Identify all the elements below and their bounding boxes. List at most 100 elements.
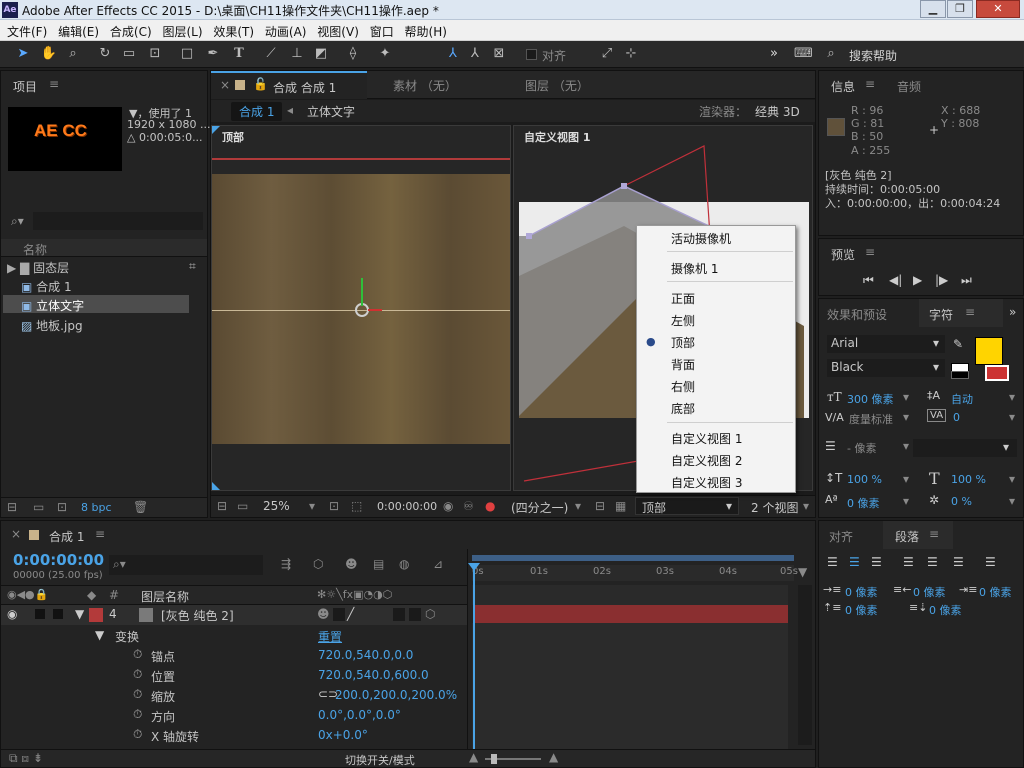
close-button[interactable]: ✕ (976, 0, 1020, 18)
align-left-icon[interactable]: ☰ (827, 555, 838, 569)
search-help-input[interactable]: 搜索帮助 (849, 47, 897, 64)
chevron-down-icon[interactable]: ▾ (1009, 410, 1015, 424)
black-swatch[interactable] (951, 371, 969, 379)
list-item[interactable]: ▶ ▇ 固态层 (7, 259, 69, 276)
panel-menu-icon[interactable]: ≡ (865, 77, 875, 91)
close-tab-icon[interactable]: × (220, 78, 230, 92)
roi-icon[interactable]: ⊟ (595, 499, 605, 513)
eraser-tool-icon[interactable]: ◩ (312, 45, 330, 63)
maximize-button[interactable]: ❐ (947, 0, 973, 18)
project-tab[interactable]: 项目 (13, 78, 37, 95)
list-item[interactable]: ▨ 地板.jpg (21, 317, 83, 334)
always-preview-icon[interactable]: ⊟ (217, 499, 227, 513)
panel-menu-icon[interactable]: ≡ (95, 527, 105, 541)
comp-mini-flowchart-icon[interactable]: ⇶ (281, 557, 291, 571)
zoom-select[interactable]: 25% (263, 499, 290, 513)
layer-handle[interactable] (621, 183, 627, 189)
leading-value[interactable]: 自动 (951, 391, 973, 407)
space-after-value[interactable]: 0 像素 (929, 602, 962, 618)
tracking-value[interactable]: 0 (953, 411, 960, 424)
type-tool-icon[interactable]: T (230, 45, 248, 63)
chevron-down-icon[interactable]: ▾ (1009, 494, 1015, 508)
snap-option-icon[interactable]: ⤢ (598, 45, 616, 63)
reset-link[interactable]: 重置 (318, 628, 342, 645)
more-panels-icon[interactable]: » (1009, 305, 1016, 319)
chevron-down-icon[interactable]: ▾ (903, 439, 909, 453)
snapshot-icon[interactable]: ◉ (443, 499, 453, 513)
chevron-down-icon[interactable]: ▾ (903, 494, 909, 508)
zoom-tool-icon[interactable]: ⌕ (64, 45, 82, 63)
transparency-grid-icon[interactable]: ▦ (615, 499, 626, 513)
layer-row[interactable]: ◉ ▼ 4 [灰色 纯色 2] ☻ ╱ ⬡ (1, 605, 467, 625)
menu-item-front[interactable]: 正面 (671, 290, 695, 307)
menu-item-left[interactable]: 左侧 (671, 312, 695, 329)
horizontal-scale-value[interactable]: 100 % (951, 473, 986, 486)
menu-item-camera-1[interactable]: 摄像机 1 (671, 260, 718, 277)
solo-toggle[interactable] (35, 609, 45, 619)
workspace-more-icon[interactable]: » (765, 45, 783, 63)
collapse-switch[interactable] (333, 608, 345, 621)
time-ruler[interactable]: 0s 01s 02s 03s 04s 05s (472, 565, 798, 581)
transform-group-row[interactable]: ▼ 变换 重置 (1, 625, 467, 645)
tab-character[interactable]: 字符 ≡ (919, 299, 1003, 327)
shy-layers-icon[interactable]: ☻ (345, 557, 358, 571)
menu-edit[interactable]: 编辑(E) (51, 20, 99, 40)
clone-stamp-tool-icon[interactable]: ⊥ (288, 45, 306, 63)
pen-tool-icon[interactable]: ✒ (204, 45, 222, 63)
indent-first-value[interactable]: 0 像素 (979, 584, 1012, 600)
stopwatch-icon[interactable]: ⏱ (133, 727, 142, 742)
timeline-timecode[interactable]: 0:00:00:00 (13, 551, 104, 569)
first-frame-icon[interactable]: ⏮ (863, 273, 874, 288)
chevron-down-icon[interactable]: ▾ (903, 390, 909, 404)
tab-preview[interactable]: 预览 (831, 246, 855, 263)
timeline-graph-area[interactable]: 0s 01s 02s 03s 04s 05s ▼ (467, 549, 815, 749)
playhead-handle-icon[interactable] (468, 563, 480, 571)
indent-right-value[interactable]: 0 像素 (913, 584, 946, 600)
stopwatch-icon[interactable]: ⏱ (133, 667, 142, 682)
play-icon[interactable]: ▶ (913, 273, 922, 287)
tab-audio[interactable]: 音频 (897, 78, 921, 95)
menu-item-custom-view-2[interactable]: 自定义视图 2 (671, 452, 742, 469)
renderer-value[interactable]: 经典 3D (755, 103, 800, 120)
viewer-timecode[interactable]: 0:00:00:00 (377, 500, 437, 513)
tab-composition[interactable]: × 🔓 合成 合成 1 (211, 71, 367, 99)
interpret-footage-icon[interactable]: ⊟ (7, 500, 17, 514)
chevron-down-icon[interactable]: ▾ (803, 499, 809, 513)
frame-blending-icon[interactable]: ▤ (373, 557, 384, 571)
zoom-in-icon[interactable]: ▲ (549, 750, 558, 764)
brush-tool-icon[interactable]: ⟋ (262, 45, 280, 63)
stroke-color-swatch[interactable] (985, 365, 1009, 381)
menu-item-custom-view-1[interactable]: 自定义视图 1 (671, 430, 742, 447)
panel-menu-icon[interactable]: ≡ (965, 305, 975, 319)
property-row[interactable]: ⏱ 缩放 ⊂⊃ 200.0,200.0,200.0% (1, 685, 467, 705)
expand-layer-icon[interactable]: ▼ (75, 607, 84, 621)
quality-switch-icon[interactable]: ╱ (347, 607, 354, 621)
menu-item-right[interactable]: 右侧 (671, 378, 695, 395)
indent-left-value[interactable]: 0 像素 (845, 584, 878, 600)
menu-composition[interactable]: 合成(C) (103, 20, 152, 40)
menu-item-bottom[interactable]: 底部 (671, 400, 695, 417)
menu-item-top[interactable]: 顶部 (671, 334, 695, 351)
work-area-bar[interactable] (472, 555, 794, 561)
tab-align[interactable]: 对齐 (829, 528, 853, 545)
panel-menu-icon[interactable]: ≡ (865, 245, 875, 259)
layer-switches-icon[interactable]: ⧉ ⧈ ⇟ (9, 751, 43, 766)
menu-window[interactable]: 窗口 (363, 20, 394, 40)
roto-brush-tool-icon[interactable]: ⟠ (344, 45, 362, 63)
property-value[interactable]: 720.0,540.0,0.0 (318, 648, 413, 662)
chevron-down-icon[interactable]: ▾ (903, 410, 909, 424)
breadcrumb-layer[interactable]: 立体文字 (307, 103, 355, 120)
pan-behind-tool-icon[interactable]: ⊡ (146, 45, 164, 63)
vertical-scale-value[interactable]: 100 % (847, 473, 882, 486)
menu-item-back[interactable]: 背面 (671, 356, 695, 373)
zoom-out-icon[interactable]: ▲ (469, 750, 478, 764)
next-frame-icon[interactable]: |▶ (935, 273, 948, 287)
adjustment-switch[interactable] (393, 608, 405, 621)
list-item[interactable]: ▣ 合成 1 (21, 278, 72, 295)
eyedropper-icon[interactable]: ✎ (953, 337, 963, 351)
playhead[interactable] (473, 563, 475, 749)
camera-tool-icon[interactable]: ▭ (120, 45, 138, 63)
video-visibility-icon[interactable]: ◉ (7, 607, 17, 621)
graph-editor-icon[interactable]: ⊿ (433, 557, 443, 571)
last-frame-icon[interactable]: ⏭ (961, 273, 972, 288)
